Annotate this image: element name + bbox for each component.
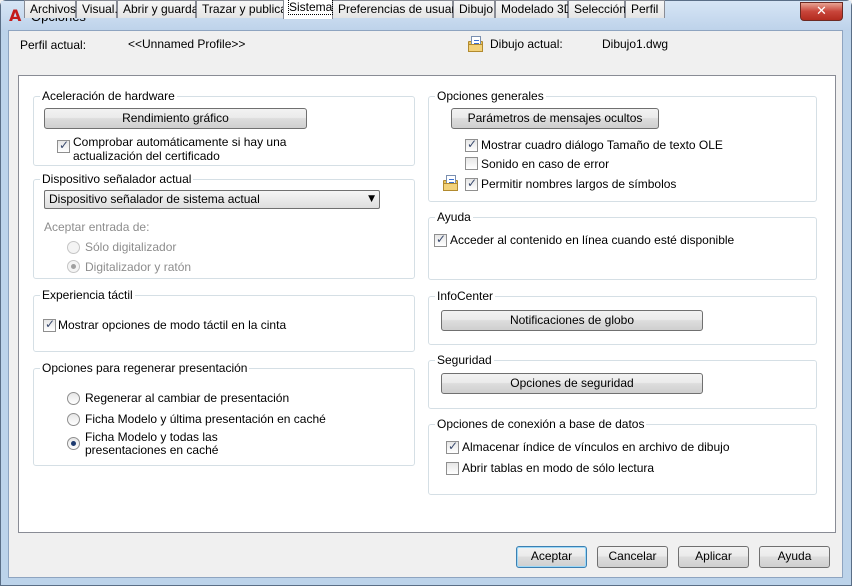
balloon-notifications-button[interactable]: Notificaciones de globo — [441, 310, 703, 331]
graphics-performance-button[interactable]: Rendimiento gráfico — [44, 108, 307, 129]
regen-model-last-label: Ficha Modelo y última presentación en ca… — [85, 412, 326, 426]
group-hardware-title: Aceleración de hardware — [40, 89, 177, 103]
read-only-tables-label: Abrir tablas en modo de sólo lectura — [462, 461, 655, 475]
group-help: Ayuda — [428, 210, 817, 280]
profile-value: <<Unnamed Profile>> — [128, 37, 246, 51]
close-button[interactable]: ✕ — [800, 2, 843, 21]
hidden-messages-button[interactable]: Parámetros de mensajes ocultos — [451, 108, 659, 129]
regen-model-all-label-2: presentaciones en caché — [85, 443, 219, 457]
touch-mode-checkbox[interactable]: ✓ — [43, 317, 56, 332]
digitizer-only-radio[interactable] — [67, 241, 80, 254]
group-pointing-title: Dispositivo señalador actual — [40, 172, 194, 186]
check-icon: ✓ — [59, 138, 70, 152]
certificate-update-checkbox[interactable]: ✓ — [57, 138, 70, 153]
security-options-button[interactable]: Opciones de seguridad — [441, 373, 703, 394]
regen-on-switch-label: Regenerar al cambiar de presentación — [85, 391, 290, 405]
regen-on-switch-radio[interactable] — [67, 392, 80, 405]
check-icon: ✓ — [467, 137, 478, 151]
autocad-a-icon: A — [9, 6, 22, 25]
tab-trazar-publicar[interactable]: Trazar y publicar — [196, 0, 291, 18]
regen-model-all-label-1: Ficha Modelo y todas las — [85, 430, 218, 444]
tab-perfil[interactable]: Perfil — [625, 0, 665, 18]
help-button[interactable]: Ayuda — [759, 546, 830, 568]
regen-model-all-radio[interactable] — [67, 437, 80, 450]
tab-modelado-3d[interactable]: Modelado 3D — [495, 0, 572, 18]
digitizer-mouse-label: Digitalizador y ratón — [85, 260, 192, 274]
ole-text-size-checkbox[interactable]: ✓ — [465, 137, 478, 152]
drawing-value: Dibujo1.dwg — [602, 37, 669, 51]
link-index-label: Almacenar índice de vínculos en archivo … — [462, 440, 730, 454]
certificate-update-label-2: actualización del certificado — [73, 149, 220, 163]
apply-button[interactable]: Aplicar — [678, 546, 749, 568]
group-security-title: Seguridad — [435, 353, 494, 367]
link-index-checkbox[interactable]: ✓ — [446, 439, 459, 454]
touch-mode-label: Mostrar opciones de modo táctil en la ci… — [58, 318, 287, 332]
tab-dibujo[interactable]: Dibujo — [453, 0, 495, 18]
online-content-label: Acceder al contenido en línea cuando est… — [450, 233, 735, 247]
group-database: Opciones de conexión a base de datos — [428, 417, 817, 495]
tab-sistema[interactable]: Sistema — [283, 0, 334, 19]
chevron-down-icon: ▼ — [368, 194, 375, 204]
regen-model-last-radio[interactable] — [67, 413, 80, 426]
error-sound-label: Sonido en caso de error — [481, 157, 610, 171]
certificate-update-label-1: Comprobar automáticamente si hay una — [73, 135, 287, 149]
check-icon: ✓ — [467, 176, 478, 190]
digitizer-only-label: Sólo digitalizador — [85, 240, 177, 254]
drawing-saved-icon — [443, 175, 459, 191]
tab-seleccion[interactable]: Selección — [568, 0, 626, 18]
pointing-device-select[interactable]: Dispositivo señalador de sistema actual … — [44, 190, 380, 209]
tab-abrir-guardar[interactable]: Abrir y guardar — [117, 0, 202, 18]
ole-text-size-label: Mostrar cuadro diálogo Tamaño de texto O… — [481, 138, 723, 152]
check-icon: ✓ — [448, 439, 459, 453]
profile-label: Perfil actual: — [20, 38, 87, 52]
group-help-title: Ayuda — [435, 210, 473, 224]
long-symbol-names-checkbox[interactable]: ✓ — [465, 176, 478, 191]
close-icon: ✕ — [816, 4, 827, 19]
digitizer-mouse-radio[interactable] — [67, 260, 80, 273]
drawing-label: Dibujo actual: — [490, 37, 563, 51]
tab-archivos[interactable]: Archivos — [24, 0, 76, 18]
check-icon: ✓ — [436, 232, 447, 246]
error-sound-checkbox[interactable] — [465, 157, 478, 170]
cancel-button[interactable]: Cancelar — [597, 546, 668, 568]
read-only-tables-checkbox[interactable] — [446, 462, 459, 475]
group-regen-title: Opciones para regenerar presentación — [40, 361, 250, 375]
online-content-checkbox[interactable]: ✓ — [434, 232, 447, 247]
check-icon: ✓ — [45, 317, 56, 331]
group-infocenter-title: InfoCenter — [435, 289, 496, 303]
accept-input-label: Aceptar entrada de: — [44, 220, 150, 234]
tab-preferencias[interactable]: Preferencias de usuario — [332, 0, 465, 18]
group-database-title: Opciones de conexión a base de datos — [435, 417, 647, 431]
group-general-title: Opciones generales — [435, 89, 546, 103]
group-touch-title: Experiencia táctil — [40, 288, 135, 302]
tab-visual[interactable]: Visual. — [76, 0, 118, 18]
long-symbol-names-label: Permitir nombres largos de símbolos — [481, 177, 677, 191]
drawing-icon — [468, 36, 484, 52]
ok-button[interactable]: Aceptar — [516, 546, 587, 568]
